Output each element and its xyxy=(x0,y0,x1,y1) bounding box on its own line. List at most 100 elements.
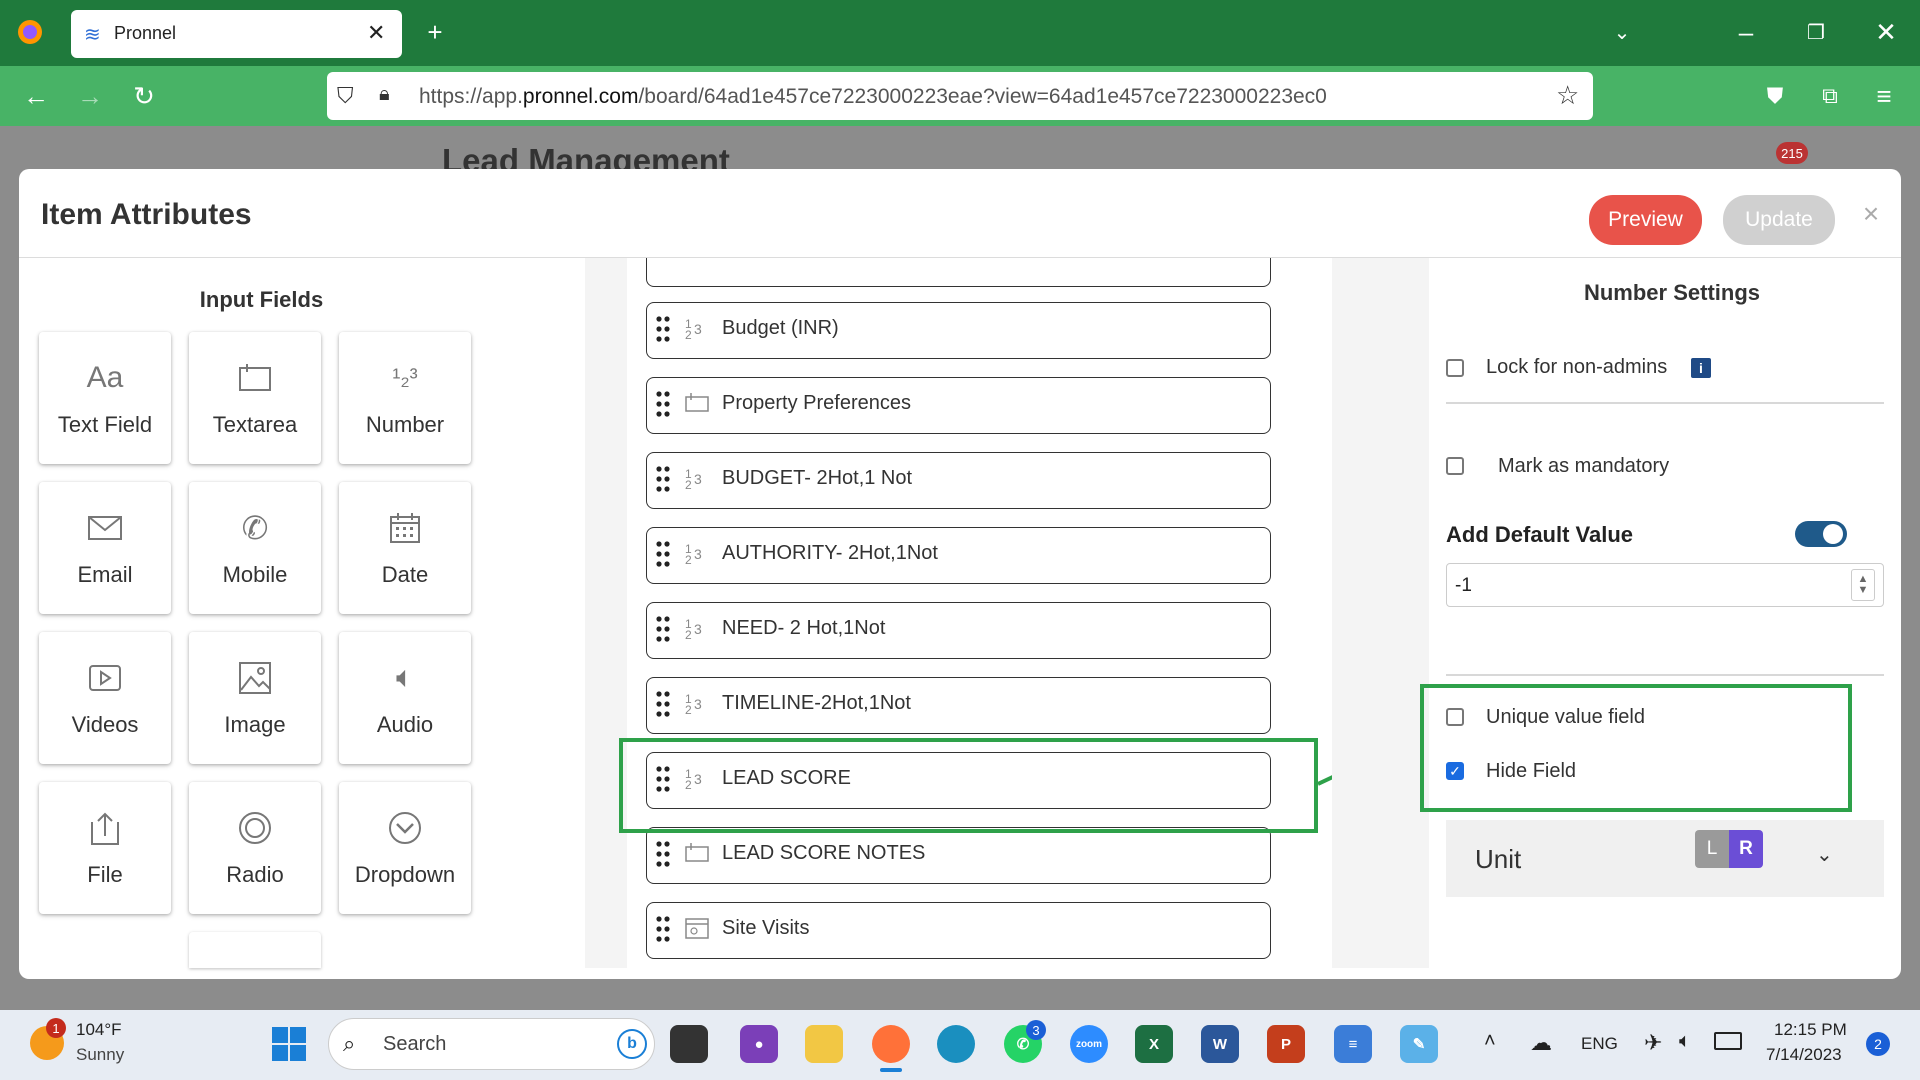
lock-checkbox[interactable] xyxy=(1446,359,1464,377)
textarea-icon xyxy=(237,350,273,406)
field-item[interactable]: 1 2 3 AUTHORITY- 2Hot,1Not xyxy=(646,527,1271,584)
field-item[interactable]: Site Visits xyxy=(646,902,1271,959)
tile-label: Email xyxy=(77,562,133,587)
tile-label: Textarea xyxy=(212,412,298,437)
back-arrow-icon[interactable]: ← xyxy=(18,78,54,114)
tile-videos[interactable]: Videos xyxy=(39,632,171,764)
drag-handle-icon[interactable] xyxy=(655,540,671,568)
drag-handle-icon[interactable] xyxy=(655,465,671,493)
unit-left-button[interactable]: L xyxy=(1695,830,1729,868)
mandatory-checkbox[interactable] xyxy=(1446,457,1464,475)
tile-label: Audio xyxy=(376,712,434,737)
notification-center-badge[interactable]: 2 xyxy=(1866,1032,1890,1056)
drag-handle-icon[interactable] xyxy=(655,915,671,943)
firefox-logo-icon[interactable] xyxy=(12,14,48,50)
tile-partial[interactable] xyxy=(189,932,321,968)
unit-chevron-down-icon[interactable]: ⌄ xyxy=(1816,842,1833,867)
search-icon: ⌕ xyxy=(343,1031,356,1056)
extensions-icon[interactable]: ⧉ xyxy=(1812,78,1848,114)
notepad-icon[interactable]: ≡ xyxy=(1334,1025,1372,1063)
airplane-mode-icon[interactable]: ✈︎ xyxy=(1644,1030,1662,1056)
number-type-icon: 123 xyxy=(685,317,702,342)
new-tab-plus-icon[interactable]: + xyxy=(418,14,452,50)
tab-close-icon[interactable]: ✕ xyxy=(367,20,385,46)
default-value-toggle[interactable] xyxy=(1795,521,1847,547)
pocket-icon[interactable]: ⛊ xyxy=(1757,78,1793,114)
tab-list-chevron-icon[interactable]: ⌄ xyxy=(1604,14,1640,50)
unit-right-button[interactable]: R xyxy=(1729,830,1763,868)
excel-icon[interactable]: X xyxy=(1135,1025,1173,1063)
field-item[interactable]: Property Preferences xyxy=(646,377,1271,434)
battery-icon[interactable] xyxy=(1714,1032,1742,1050)
speaker-icon: 🔈︎ xyxy=(396,661,414,694)
number-stepper-icon[interactable]: ▲ ▼ xyxy=(1851,569,1875,601)
powerpoint-icon[interactable]: P xyxy=(1267,1025,1305,1063)
drag-handle-icon[interactable] xyxy=(655,615,671,643)
weather-alert-badge: 1 xyxy=(46,1018,66,1038)
tile-number[interactable]: ¹₂³ Number xyxy=(339,332,471,464)
weather-temp[interactable]: 104°F xyxy=(76,1020,122,1040)
modal-close-icon[interactable]: × xyxy=(1856,197,1886,231)
url-path: /board/64ad1e457ce7223000223eae?view=64a… xyxy=(638,85,1327,108)
drag-handle-icon[interactable] xyxy=(655,390,671,418)
clock-date[interactable]: 7/14/2023 xyxy=(1766,1045,1842,1065)
app-mask-icon[interactable]: ● xyxy=(740,1025,778,1063)
url-text[interactable]: https://app.pronnel.com/board/64ad1e457c… xyxy=(419,85,1327,109)
drag-handle-icon[interactable] xyxy=(655,315,671,343)
edge-icon[interactable] xyxy=(937,1025,975,1063)
unit-section[interactable]: Unit L R ⌄ xyxy=(1446,820,1884,897)
shield-icon[interactable]: ⛉ xyxy=(337,83,354,109)
close-window-icon[interactable]: ✕ xyxy=(1868,14,1904,50)
preview-button[interactable]: Preview xyxy=(1589,195,1702,245)
tile-date[interactable]: Date xyxy=(339,482,471,614)
field-item[interactable]: 1 2 3 NEED- 2 Hot,1Not xyxy=(646,602,1271,659)
field-label: TIMELINE-2Hot,1Not xyxy=(722,692,911,714)
reload-icon[interactable]: ↻ xyxy=(126,78,162,114)
drag-handle-icon[interactable] xyxy=(655,840,671,868)
tile-dropdown[interactable]: Dropdown xyxy=(339,782,471,914)
tile-image[interactable]: Image xyxy=(189,632,321,764)
info-icon[interactable]: i xyxy=(1691,358,1711,378)
zoom-icon[interactable]: zoom xyxy=(1070,1025,1108,1063)
forward-arrow-icon[interactable]: → xyxy=(72,78,108,114)
browser-tab-active[interactable]: ≋ Pronnel ✕ xyxy=(71,10,402,58)
menu-hamburger-icon[interactable]: ≡ xyxy=(1866,78,1902,114)
lock-icon[interactable]: 🔒︎ xyxy=(379,83,390,106)
tile-textarea[interactable]: Textarea xyxy=(189,332,321,464)
tile-mobile[interactable]: ✆ Mobile xyxy=(189,482,321,614)
taskbar-search[interactable]: ⌕ Search b xyxy=(328,1018,655,1070)
field-item[interactable]: LEAD SCORE NOTES xyxy=(646,827,1271,884)
textarea-type-icon xyxy=(685,842,709,868)
tile-label: Videos xyxy=(71,712,139,737)
url-bar[interactable]: ⛉ 🔒︎ https://app.pronnel.com/board/64ad1… xyxy=(327,72,1593,120)
tile-email[interactable]: Email xyxy=(39,482,171,614)
clock-time[interactable]: 12:15 PM xyxy=(1774,1020,1847,1040)
volume-icon[interactable]: 🔈︎ xyxy=(1679,1030,1691,1053)
restore-window-icon[interactable]: ❐ xyxy=(1798,14,1834,50)
drag-handle-icon[interactable] xyxy=(655,690,671,718)
language-indicator[interactable]: ENG xyxy=(1581,1034,1618,1054)
tile-radio[interactable]: Radio xyxy=(189,782,321,914)
field-label: Site Visits xyxy=(722,917,810,939)
onedrive-cloud-icon[interactable]: ☁︎ xyxy=(1530,1030,1552,1056)
file-explorer-icon[interactable] xyxy=(805,1025,843,1063)
mandatory-label: Mark as mandatory xyxy=(1498,455,1670,477)
tray-chevron-up-icon[interactable]: ˄ xyxy=(1484,1030,1496,1053)
image-icon xyxy=(238,650,272,706)
tile-file[interactable]: File xyxy=(39,782,171,914)
minimize-window-icon[interactable]: – xyxy=(1728,14,1764,50)
paint-icon[interactable]: ✎ xyxy=(1400,1025,1438,1063)
field-item[interactable]: 1 2 3 BUDGET- 2Hot,1 Not xyxy=(646,452,1271,509)
weather-desc: Sunny xyxy=(76,1045,125,1064)
bookmark-star-icon[interactable]: ☆ xyxy=(1556,80,1579,111)
firefox-taskbar-icon[interactable] xyxy=(872,1025,910,1063)
default-value-input[interactable]: -1 ▲ ▼ xyxy=(1446,563,1884,607)
tile-audio[interactable]: 🔈︎ Audio xyxy=(339,632,471,764)
update-button[interactable]: Update xyxy=(1723,195,1835,245)
task-view-icon[interactable] xyxy=(670,1025,708,1063)
field-item[interactable]: 1 2 3 Budget (INR) xyxy=(646,302,1271,359)
field-item[interactable]: 1 2 3 TIMELINE-2Hot,1Not xyxy=(646,677,1271,734)
word-icon[interactable]: W xyxy=(1201,1025,1239,1063)
tile-text-field[interactable]: Aa Text Field xyxy=(39,332,171,464)
windows-start-icon[interactable] xyxy=(271,1026,307,1062)
